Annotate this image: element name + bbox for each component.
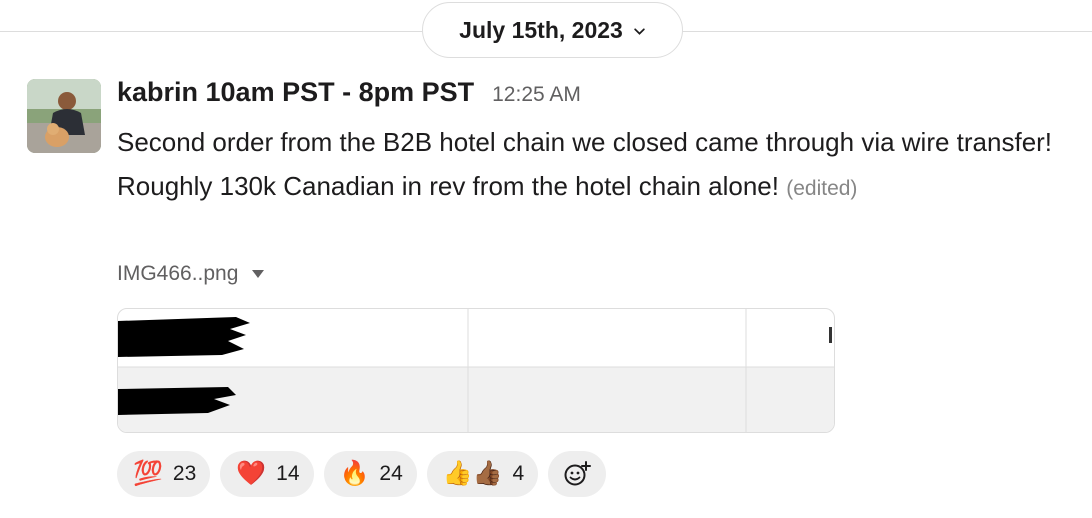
attachment-filename: IMG466..png (117, 262, 239, 285)
reaction-100[interactable]: 💯 23 (117, 451, 211, 497)
reaction-count: 14 (276, 462, 300, 485)
reaction-count: 24 (379, 462, 403, 485)
reaction-count: 4 (512, 462, 525, 485)
caret-down-icon (252, 270, 265, 278)
reaction-fire[interactable]: 🔥 24 (323, 451, 417, 497)
message-author[interactable]: kabrin 10am PST - 8pm PST (117, 77, 474, 108)
add-reaction-button[interactable] (548, 451, 607, 497)
attachment-toggle[interactable]: IMG466..png (117, 262, 265, 286)
reaction-heart[interactable]: ❤️ 14 (220, 451, 314, 497)
hundred-points-icon: 💯 (133, 460, 163, 487)
add-reaction-icon (564, 461, 592, 486)
fire-icon: 🔥 (339, 460, 370, 487)
reaction-thumbsup[interactable]: 👍👍🏾 4 (426, 451, 539, 497)
reactions-bar: 💯 23 ❤️ 14 🔥 24 👍👍🏾 4 (117, 451, 607, 497)
avatar[interactable] (27, 79, 101, 153)
thumbs-up-icon: 👍👍🏾 (442, 460, 503, 487)
edited-label: (edited) (786, 177, 858, 200)
image-preview[interactable] (117, 308, 835, 433)
red-heart-icon: ❤️ (236, 460, 267, 487)
message-body: Second order from the B2B hotel chain we… (117, 120, 1077, 211)
message-text: Second order from the B2B hotel chain we… (117, 127, 1053, 201)
chevron-down-icon (634, 27, 645, 35)
message-timestamp[interactable]: 12:25 AM (492, 83, 581, 107)
reaction-count: 23 (172, 462, 197, 485)
date-label: July 15th, 2023 (459, 16, 623, 43)
date-divider-button[interactable]: July 15th, 2023 (422, 2, 683, 58)
